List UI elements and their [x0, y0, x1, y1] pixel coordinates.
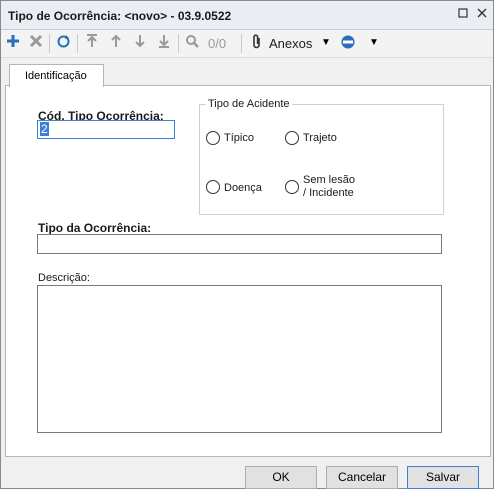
last-record-button[interactable] — [155, 34, 173, 52]
tipo-acidente-label: Tipo de Acidente — [206, 98, 292, 110]
previous-record-button[interactable] — [107, 34, 125, 52]
radio-tipico[interactable] — [206, 131, 220, 145]
restore-button[interactable] — [456, 7, 470, 21]
toolbar: 0/0 Anexos ▼ ▼ — [1, 30, 493, 58]
arrow-down-icon — [135, 35, 145, 48]
arrow-last-icon — [159, 35, 169, 48]
plus-icon — [7, 35, 19, 47]
radio-sem-lesao[interactable] — [285, 180, 299, 194]
tab-identificacao[interactable]: Identificação — [9, 64, 104, 87]
arrow-up-icon — [111, 34, 121, 47]
window-title: Tipo de Ocorrência: <novo> - 03.9.0522 — [8, 9, 232, 23]
next-record-button[interactable] — [131, 34, 149, 52]
workflow-dropdown-icon[interactable]: ▼ — [365, 34, 383, 52]
descricao-textarea[interactable] — [37, 285, 442, 433]
workflow-button[interactable] — [339, 34, 357, 52]
radio-sem-lesao-label-line1: Sem lesão — [303, 174, 355, 186]
tab-label: Identificação — [25, 70, 87, 82]
refresh-button[interactable] — [54, 34, 72, 52]
close-icon — [477, 8, 487, 18]
cancel-button[interactable]: Cancelar — [326, 466, 398, 489]
dialog-window: Tipo de Ocorrência: <novo> - 03.9.0522 0… — [0, 0, 494, 489]
attachments-button[interactable]: Anexos — [269, 36, 312, 51]
record-counter: 0/0 — [208, 36, 227, 51]
tipo-ocorrencia-input[interactable] — [37, 234, 442, 254]
workflow-icon — [341, 35, 355, 49]
search-button[interactable] — [183, 34, 201, 52]
radio-doenca-label: Doença — [224, 182, 262, 194]
attachments-dropdown-icon[interactable]: ▼ — [317, 34, 335, 52]
radio-sem-lesao-label-line2: / Incidente — [303, 187, 354, 199]
delete-x-icon — [29, 34, 43, 48]
first-record-button[interactable] — [83, 34, 101, 52]
cod-tipo-ocorrencia-input[interactable]: 2 — [37, 120, 175, 139]
close-button[interactable] — [475, 7, 489, 21]
delete-button[interactable] — [27, 34, 45, 52]
restore-icon — [458, 8, 468, 18]
refresh-icon — [57, 35, 69, 48]
radio-tipico-label: Típico — [224, 132, 254, 144]
descricao-label: Descrição: — [38, 272, 90, 284]
arrow-first-icon — [87, 34, 97, 47]
radio-doenca[interactable] — [206, 180, 220, 194]
cod-value: 2 — [40, 122, 49, 136]
add-button[interactable] — [4, 34, 22, 52]
title-bar: Tipo de Ocorrência: <novo> - 03.9.0522 — [1, 1, 493, 30]
radio-trajeto-label: Trajeto — [303, 132, 337, 144]
ok-button[interactable]: OK — [245, 466, 317, 489]
search-icon — [185, 35, 199, 48]
tipo-ocorrencia-label: Tipo da Ocorrência: — [38, 221, 152, 235]
save-button[interactable]: Salvar — [407, 466, 479, 489]
paperclip-icon — [248, 34, 266, 52]
radio-trajeto[interactable] — [285, 131, 299, 145]
